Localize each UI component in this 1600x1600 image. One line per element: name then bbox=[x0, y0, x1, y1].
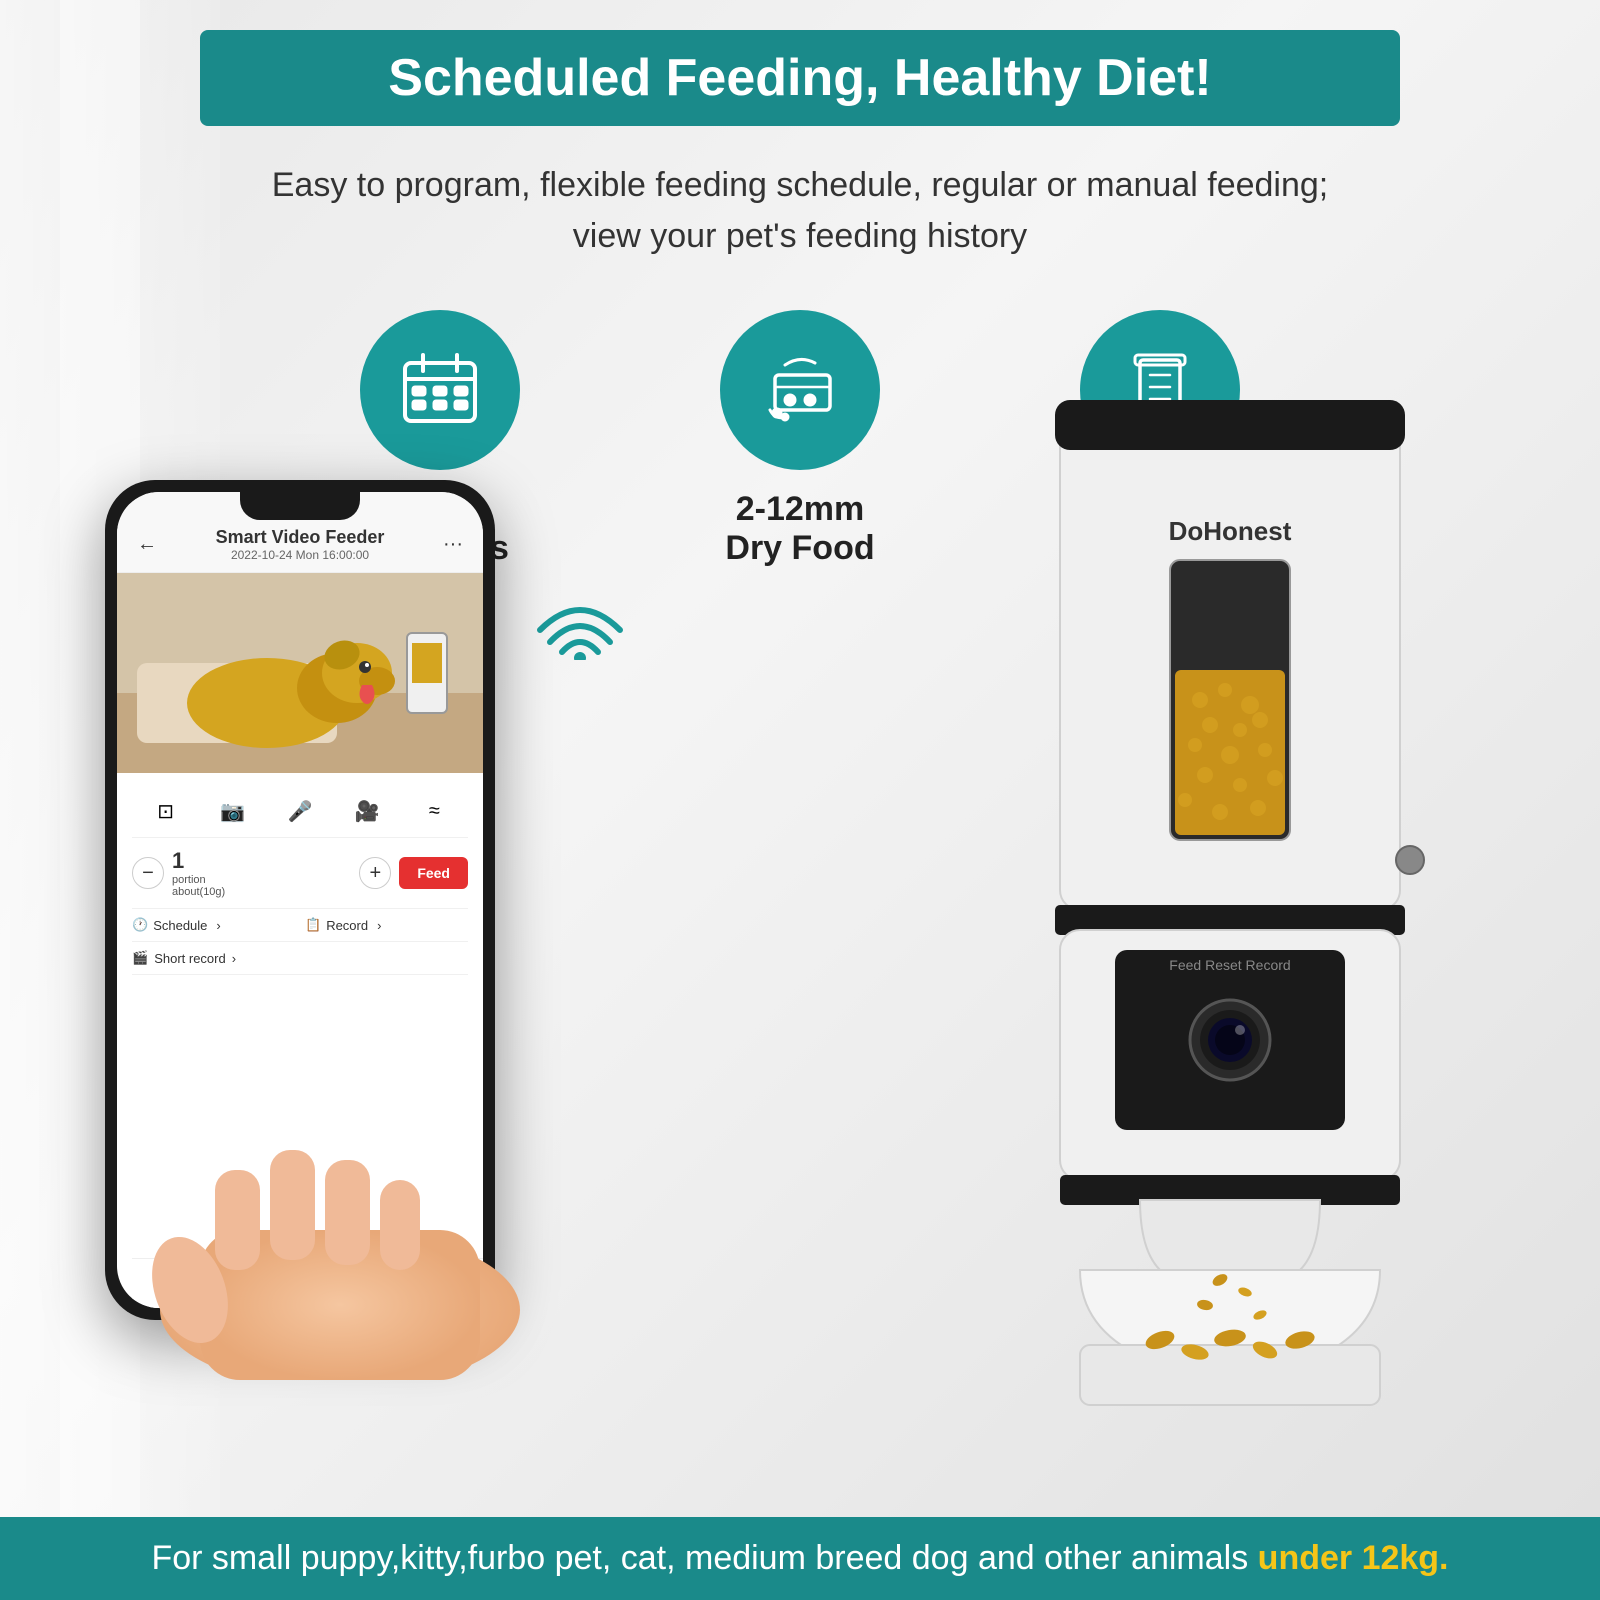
header-title: Scheduled Feeding, Healthy Diet! bbox=[388, 49, 1211, 107]
app-title: Smart Video Feeder bbox=[216, 527, 385, 548]
portion-row: − 1 portionabout(10g) + Feed bbox=[132, 838, 468, 909]
subtitle: Easy to program, flexible feeding schedu… bbox=[250, 160, 1350, 262]
control-icons-row: ⊡ 📷 🎤 🎥 ≈ bbox=[132, 785, 468, 838]
feed-button[interactable]: Feed bbox=[399, 857, 468, 889]
portion-label: portionabout(10g) bbox=[172, 874, 351, 898]
short-record-arrow: › bbox=[232, 951, 236, 966]
mic-icon[interactable]: 🎤 bbox=[282, 793, 318, 829]
portion-plus-button[interactable]: + bbox=[359, 857, 391, 889]
footer-text-normal: For small puppy,kitty,furbo pet, cat, me… bbox=[151, 1539, 1257, 1577]
portion-minus-button[interactable]: − bbox=[132, 857, 164, 889]
record-menu-item[interactable]: 📋 Record › bbox=[305, 917, 468, 933]
feature-circle-portions bbox=[360, 310, 520, 470]
portion-text: 1 portionabout(10g) bbox=[172, 848, 351, 898]
feeder-device: DoHonest Feed Reset Record bbox=[960, 380, 1520, 1480]
dog-photo bbox=[117, 573, 483, 773]
schedule-arrow: › bbox=[216, 918, 220, 933]
subtitle-line2: view your pet's feeding history bbox=[250, 211, 1350, 262]
feeder-container: DoHonest Feed Reset Record bbox=[960, 380, 1520, 1480]
short-record-row[interactable]: 🎬 Short record › bbox=[132, 942, 468, 975]
hand-svg bbox=[60, 1030, 580, 1380]
record-arrow: › bbox=[377, 918, 381, 933]
doc-icon: 📋 bbox=[305, 917, 321, 933]
subtitle-line1: Easy to program, flexible feeding schedu… bbox=[250, 160, 1350, 211]
menu-row: 🕐 Schedule › 📋 Record › bbox=[132, 909, 468, 942]
svg-text:DoHonest: DoHonest bbox=[1169, 516, 1292, 546]
app-date: 2022-10-24 Mon 16:00:00 bbox=[216, 548, 385, 562]
header-banner: Scheduled Feeding, Healthy Diet! bbox=[200, 30, 1400, 126]
food-icon bbox=[755, 345, 845, 435]
feature-label-food: 2-12mm Dry Food bbox=[720, 490, 880, 568]
camera-icon[interactable]: 📷 bbox=[215, 793, 251, 829]
footer-banner: For small puppy,kitty,furbo pet, cat, me… bbox=[0, 1517, 1600, 1600]
schedule-label: Schedule bbox=[153, 918, 207, 933]
record-label: Record bbox=[326, 918, 368, 933]
feature-food: 2-12mm Dry Food bbox=[720, 310, 880, 568]
app-controls: ⊡ 📷 🎤 🎥 ≈ − 1 portionabout(10g) + Feed bbox=[117, 773, 483, 987]
phone-notch bbox=[240, 492, 360, 520]
video-small-icon: 🎬 bbox=[132, 950, 148, 966]
clock-icon: 🕐 bbox=[132, 917, 148, 933]
calendar-icon bbox=[395, 345, 485, 435]
short-record-label: Short record bbox=[154, 951, 226, 966]
portion-count: 1 bbox=[172, 848, 184, 873]
expand-icon[interactable]: ⊡ bbox=[148, 793, 184, 829]
feature-circle-food bbox=[720, 310, 880, 470]
schedule-menu-item[interactable]: 🕐 Schedule › bbox=[132, 917, 295, 933]
video-icon[interactable]: 🎥 bbox=[349, 793, 385, 829]
camera-feed bbox=[117, 573, 483, 773]
svg-text:Feed Reset Record: Feed Reset Record bbox=[1169, 957, 1290, 973]
phone-container: ← Smart Video Feeder 2022-10-24 Mon 16:0… bbox=[60, 480, 540, 1380]
filter-icon[interactable]: ≈ bbox=[416, 793, 452, 829]
wifi-icon bbox=[530, 580, 630, 665]
footer-text-highlight: under 12kg. bbox=[1258, 1539, 1449, 1577]
